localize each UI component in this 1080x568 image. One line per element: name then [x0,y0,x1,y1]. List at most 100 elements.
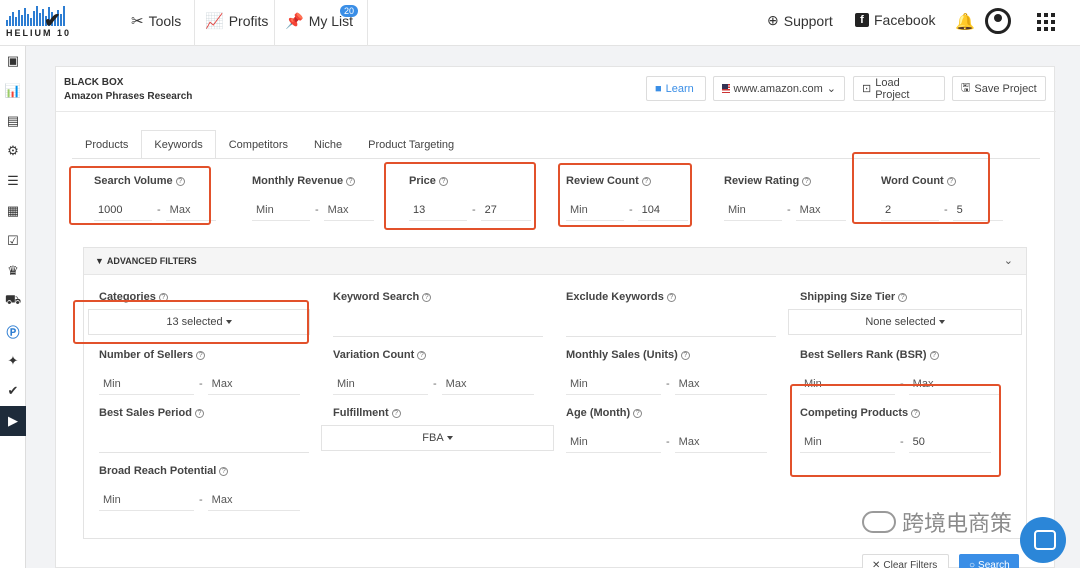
keyword-search-input[interactable] [333,315,543,337]
monthly-sales-max[interactable] [674,373,767,395]
variation-count-min[interactable] [333,373,428,395]
fulfillment-dropdown[interactable]: FBA [321,425,554,451]
num-sellers-min[interactable] [99,373,194,395]
chart-line-icon: 📈 [205,13,224,30]
help-icon[interactable]: ? [898,292,908,302]
marketplace-select[interactable]: www.amazon.com ⌄ [713,76,845,101]
advanced-filters-header[interactable]: ▼ ADVANCED FILTERS ⌄ [84,248,1026,275]
checklist-icon[interactable]: ☑ [0,226,26,256]
age-max[interactable] [674,431,767,453]
crown-icon[interactable]: ♛ [0,256,26,286]
truck-icon[interactable]: ⛟ [0,286,26,316]
nav-facebook[interactable]: f Facebook [855,12,935,28]
help-icon[interactable]: ? [680,350,690,360]
learn-button[interactable]: ■ Learn [646,76,706,101]
highlight-price [384,162,536,230]
left-sidebar: ▣ 📊 ▤ ⚙ ☰ ▦ ☑ ♛ ⛟ Ⓟ ✦ ✔ ▶ [0,46,26,568]
tab-products[interactable]: Products [72,130,141,159]
avatar[interactable] [985,8,1011,34]
keyword-search-filter: Keyword Search? [333,291,543,337]
help-icon[interactable]: ? [391,408,401,418]
tab-competitors[interactable]: Competitors [216,130,301,159]
exclude-keywords-input[interactable] [566,315,776,337]
best-sales-period-filter: Best Sales Period? [99,407,309,453]
wechat-icon [862,511,896,533]
gear-icon[interactable]: ⚙ [0,136,26,166]
tab-keywords[interactable]: Keywords [141,130,216,159]
help-icon[interactable]: ? [929,350,939,360]
document-icon[interactable]: ▦ [0,196,26,226]
caret-down-icon [446,436,453,440]
mylist-badge: 20 [340,5,359,17]
check-circle-icon[interactable]: ✔ [0,376,26,406]
broad-reach-min[interactable] [99,489,194,511]
monthly-revenue-max[interactable] [323,199,374,221]
fulfillment-filter: Fulfillment? FBA [321,407,554,451]
exclude-keywords-filter: Exclude Keywords? [566,291,776,337]
tab-product-targeting[interactable]: Product Targeting [355,130,467,159]
us-flag-icon [722,84,730,93]
best-sales-period-input[interactable] [99,431,309,453]
shipping-size-filter: Shipping Size Tier? None selected [788,291,1022,335]
variation-count-max[interactable] [441,373,534,395]
age-min[interactable] [566,431,661,453]
search-icon: ○ [969,559,976,568]
helium10-logo[interactable]: ✔ HELIUM 10 [6,6,100,40]
num-sellers-filter: Number of Sellers? - [99,349,300,395]
save-icon: 🖫 [961,82,971,94]
variation-count-filter: Variation Count? - [333,349,534,395]
bell-icon[interactable]: 🔔 [955,12,975,32]
cube-icon[interactable]: ▣ [0,46,26,76]
chevron-down-icon: ⌄ [826,83,836,95]
box-icon[interactable]: ▤ [0,106,26,136]
highlight-word-count [852,152,990,224]
age-filter: Age (Month)? - [566,407,767,453]
review-rating-filter: Review Rating? - [724,175,846,221]
watermark: 跨境电商策 [862,506,1012,538]
help-icon[interactable]: ? [417,350,427,360]
help-icon[interactable]: ? [666,292,676,302]
monthly-sales-min[interactable] [566,373,661,395]
nav-tools[interactable]: ✂ Tools [131,12,181,30]
broad-reach-max[interactable] [207,489,300,511]
check-icon: ✔ [44,10,61,32]
parking-icon[interactable]: Ⓟ [0,316,26,346]
clear-filters-button[interactable]: ✕ Clear Filters [862,554,949,568]
load-project-button[interactable]: ⊡ Load Project [853,76,945,101]
nav-support[interactable]: ⊕ Support [767,12,833,29]
help-icon[interactable]: ? [196,350,206,360]
help-icon[interactable]: ? [346,176,356,186]
help-icon[interactable]: ? [422,292,432,302]
num-sellers-max[interactable] [207,373,300,395]
top-nav: ✔ HELIUM 10 ✂ Tools 📈 Profits 📌 My List … [0,0,1080,46]
review-rating-max[interactable] [795,199,846,221]
apps-grid-icon[interactable] [1037,13,1055,31]
stack-icon[interactable]: ☰ [0,166,26,196]
save-project-button[interactable]: 🖫 Save Project [952,76,1046,101]
filter-icon: ▼ [95,256,104,266]
help-icon[interactable]: ? [219,466,229,476]
chat-bubble-button[interactable] [1020,517,1066,563]
search-button[interactable]: ○ Search [959,554,1019,568]
tab-niche[interactable]: Niche [301,130,355,159]
review-rating-min[interactable] [724,199,782,221]
nav-profits[interactable]: 📈 Profits [205,12,268,30]
monthly-revenue-min[interactable] [252,199,310,221]
help-icon[interactable]: ? [802,176,812,186]
play-icon[interactable]: ▶ [0,406,26,436]
monthly-sales-filter: Monthly Sales (Units)? - [566,349,767,395]
bar-chart-icon[interactable]: 📊 [0,76,26,106]
shipping-size-dropdown[interactable]: None selected [788,309,1022,335]
broad-reach-filter: Broad Reach Potential? - [99,465,300,511]
monthly-revenue-filter: Monthly Revenue? - [252,175,374,221]
highlight-review-count [558,163,692,227]
lamp-icon[interactable]: ✦ [0,346,26,376]
upload-icon: ⊡ [862,83,872,95]
close-icon: ✕ [872,559,881,568]
tools-icon: ✂ [131,13,144,30]
help-icon[interactable]: ? [633,408,643,418]
lifebuoy-icon: ⊕ [767,12,779,28]
chevron-down-icon[interactable]: ⌄ [1004,254,1013,267]
panel-title: BLACK BOX [64,77,124,88]
help-icon[interactable]: ? [194,408,204,418]
